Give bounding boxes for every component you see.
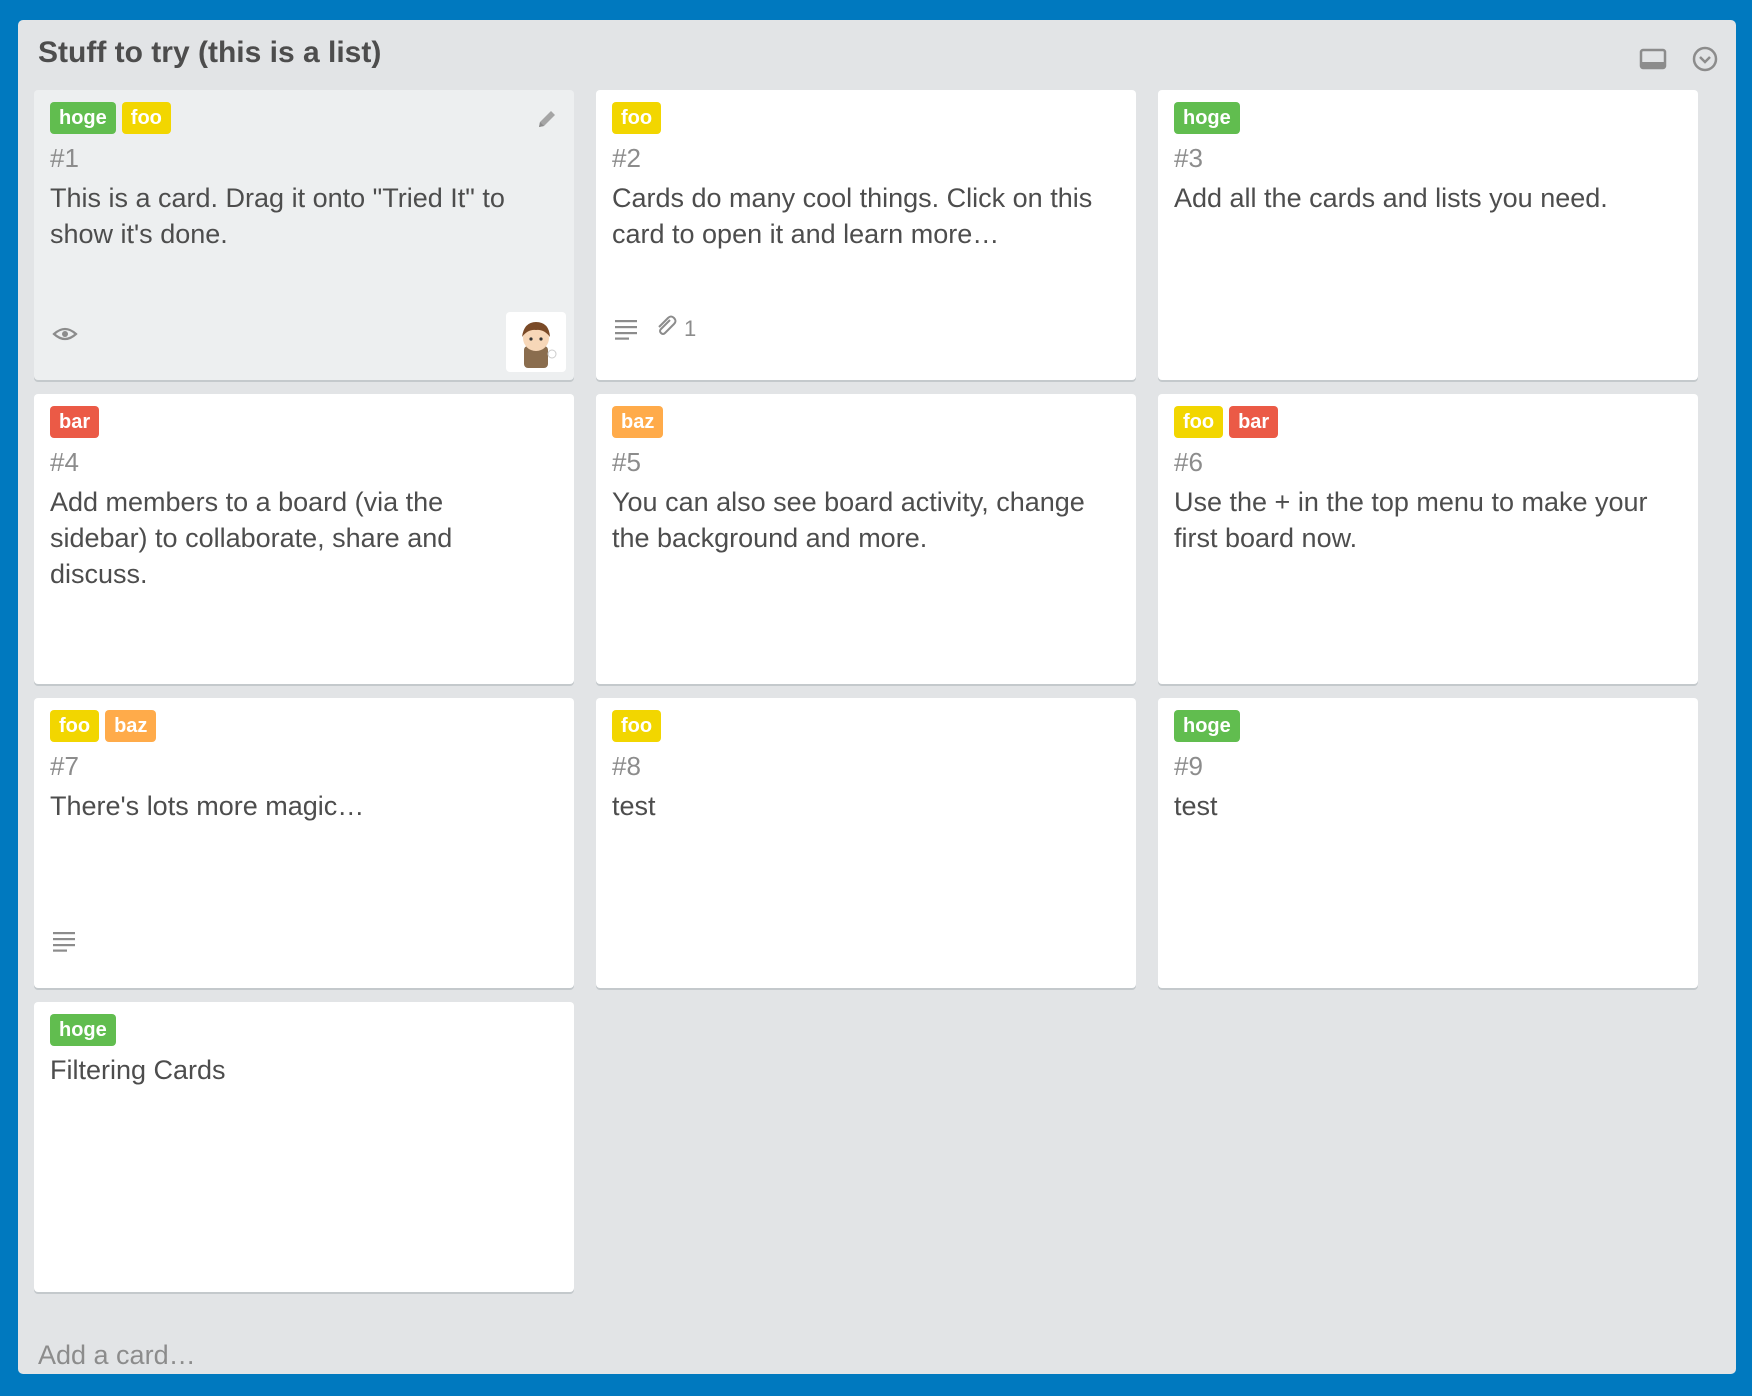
card[interactable]: hoge Filtering Cards <box>34 1002 574 1292</box>
card[interactable]: bar #4 Add members to a board (via the s… <box>34 394 574 684</box>
card-number: #4 <box>50 447 79 477</box>
attachment-count: 1 <box>684 316 697 341</box>
description-lines-icon <box>614 318 638 340</box>
label-yellow: foo <box>50 710 100 742</box>
card-title: Filtering Cards <box>50 1055 226 1085</box>
card[interactable]: foo #2 Cards do many cool things. Click … <box>596 90 1136 380</box>
list: Stuff to try (this is a list) hoge foo #… <box>18 20 1736 1374</box>
label-yellow: foo <box>121 102 171 134</box>
label-red: bar <box>1229 406 1279 438</box>
card[interactable]: hoge #3 Add all the cards and lists you … <box>1158 90 1698 380</box>
card-labels: hoge <box>50 1014 558 1046</box>
card-number: #7 <box>50 751 79 781</box>
label-yellow: foo <box>1174 406 1224 438</box>
card-title: Add all the cards and lists you need. <box>1174 183 1608 213</box>
card-badges: 1 <box>614 314 696 344</box>
label-yellow: foo <box>612 102 662 134</box>
card-number: #3 <box>1174 143 1203 173</box>
card[interactable]: foo bar #6 Use the + in the top menu to … <box>1158 394 1698 684</box>
card-title: You can also see board activity, change … <box>612 487 1085 553</box>
card-number: #5 <box>612 447 641 477</box>
label-red: bar <box>50 406 100 438</box>
description-lines-icon <box>52 930 76 952</box>
label-green: hoge <box>1174 102 1240 134</box>
card-badges <box>52 324 78 344</box>
card-number: #6 <box>1174 447 1203 477</box>
card-number: #2 <box>612 143 641 173</box>
card-number: #9 <box>1174 751 1203 781</box>
avatar[interactable] <box>506 312 566 372</box>
card-number: #1 <box>50 143 79 173</box>
card[interactable]: baz #5 You can also see board activity, … <box>596 394 1136 684</box>
label-green: hoge <box>50 1014 116 1046</box>
label-yellow: foo <box>612 710 662 742</box>
card-labels: foo baz <box>50 710 558 742</box>
pencil-icon[interactable] <box>534 106 560 132</box>
card[interactable]: hoge foo #1 This is a card. Drag it onto… <box>34 90 574 380</box>
card-title: Add members to a board (via the sidebar)… <box>50 487 453 589</box>
card[interactable]: hoge #9 test <box>1158 698 1698 988</box>
card-title: This is a card. Drag it onto "Tried It" … <box>50 183 505 249</box>
card-view-icon[interactable] <box>1636 42 1670 76</box>
card-labels: bar <box>50 406 558 438</box>
label-orange: baz <box>612 406 664 438</box>
card-labels: foo <box>612 102 1120 134</box>
card-labels: hoge <box>1174 102 1682 134</box>
card-title: test <box>1174 791 1218 821</box>
card-number: #8 <box>612 751 641 781</box>
card-labels: hoge <box>1174 710 1682 742</box>
card-labels: foo <box>612 710 1120 742</box>
card-labels: hoge foo <box>50 102 558 134</box>
label-green: hoge <box>50 102 116 134</box>
label-orange: baz <box>105 710 157 742</box>
card-title: Cards do many cool things. Click on this… <box>612 183 1093 249</box>
chevron-down-circle-icon[interactable] <box>1688 42 1722 76</box>
list-title[interactable]: Stuff to try (this is a list) <box>38 36 381 70</box>
eye-icon <box>52 324 78 344</box>
label-green: hoge <box>1174 710 1240 742</box>
card-badges <box>52 930 76 952</box>
card-labels: foo bar <box>1174 406 1682 438</box>
card-labels: baz <box>612 406 1120 438</box>
card-title: test <box>612 791 656 821</box>
add-card-button[interactable]: Add a card… <box>38 1340 196 1371</box>
card[interactable]: foo baz #7 There's lots more magic… <box>34 698 574 988</box>
paperclip-icon <box>654 314 678 344</box>
card-title: There's lots more magic… <box>50 791 365 821</box>
card-title: Use the + in the top menu to make your f… <box>1174 487 1648 553</box>
card-grid: hoge foo #1 This is a card. Drag it onto… <box>34 90 1714 1292</box>
card[interactable]: foo #8 test <box>596 698 1136 988</box>
attachment-badge: 1 <box>654 314 696 344</box>
